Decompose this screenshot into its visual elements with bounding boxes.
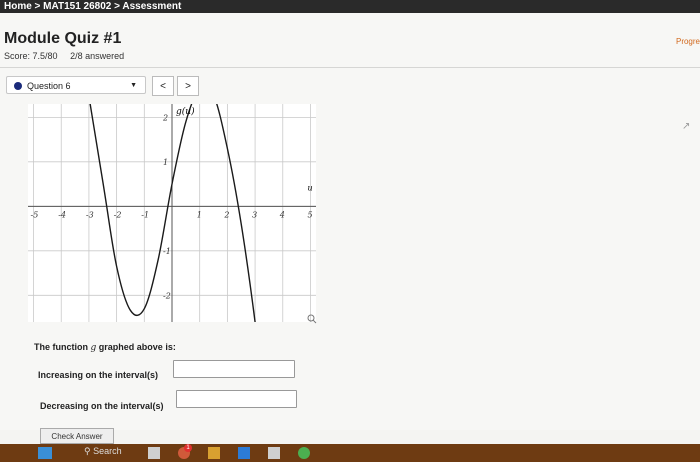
question-status-dot-icon bbox=[14, 82, 22, 90]
y-tick-label: -1 bbox=[163, 247, 171, 256]
function-label: g(u) bbox=[176, 106, 195, 117]
prompt-suffix: graphed above is: bbox=[98, 342, 176, 352]
decreasing-input[interactable] bbox=[176, 390, 297, 408]
function-graph: -5 -4 -3 -2 -1 1 2 3 4 5 2 1 -1 -2 g(u) u bbox=[28, 104, 317, 324]
next-question-button[interactable]: > bbox=[177, 76, 199, 96]
question-prompt: The function g graphed above is: bbox=[34, 342, 176, 353]
prompt-variable: g bbox=[90, 343, 97, 353]
x-tick-label: 1 bbox=[197, 210, 202, 219]
y-tick-label: -2 bbox=[163, 291, 171, 300]
x-tick-label: -2 bbox=[114, 210, 122, 219]
x-tick-label: 5 bbox=[307, 210, 312, 219]
progress-link[interactable]: Progre bbox=[676, 37, 700, 46]
question-select[interactable]: Question 6 ▼ bbox=[6, 76, 146, 94]
check-answer-button[interactable]: Check Answer bbox=[40, 428, 114, 444]
file-explorer-icon[interactable] bbox=[208, 447, 220, 459]
question-select-value: Question 6 bbox=[27, 81, 71, 91]
breadcrumb[interactable]: Home > MAT151 26802 > Assessment bbox=[0, 0, 700, 13]
store-icon[interactable] bbox=[268, 447, 280, 459]
x-tick-label: -1 bbox=[141, 210, 149, 219]
x-tick-label: -3 bbox=[86, 210, 94, 219]
task-view-icon[interactable] bbox=[148, 447, 160, 459]
y-tick-label: 1 bbox=[163, 158, 168, 167]
axis-variable-label: u bbox=[307, 183, 312, 192]
page-title: Module Quiz #1 bbox=[4, 30, 122, 47]
score-line: Score: 7.5/80 2/8 answered bbox=[4, 51, 124, 61]
chrome-browser-icon[interactable] bbox=[298, 447, 310, 459]
x-tick-label: 2 bbox=[223, 210, 229, 219]
increasing-label: Increasing on the interval(s) bbox=[38, 370, 159, 380]
taskbar: ⚲ Search 1 bbox=[0, 444, 700, 462]
notification-badge: 1 bbox=[184, 444, 192, 452]
decreasing-label: Decreasing on the interval(s) bbox=[40, 401, 164, 411]
y-tick-label: 2 bbox=[162, 113, 168, 122]
x-tick-label: -5 bbox=[31, 210, 39, 219]
taskbar-search-label: Search bbox=[93, 446, 122, 456]
score-text: Score: 7.5/80 bbox=[4, 51, 58, 61]
x-tick-label: 3 bbox=[252, 210, 257, 219]
answered-count: 2/8 answered bbox=[70, 51, 125, 61]
header-divider bbox=[0, 67, 700, 68]
prompt-prefix: The function bbox=[34, 342, 88, 352]
x-tick-label: 4 bbox=[279, 210, 285, 219]
x-tick-label: -4 bbox=[58, 210, 66, 219]
increasing-input[interactable] bbox=[173, 360, 295, 378]
chevron-down-icon: ▼ bbox=[130, 82, 137, 89]
mouse-cursor-icon: ↗ bbox=[682, 121, 691, 132]
prev-question-button[interactable]: < bbox=[152, 76, 174, 96]
edge-browser-icon[interactable] bbox=[238, 447, 250, 459]
windows-start-icon[interactable] bbox=[38, 447, 52, 459]
taskbar-search[interactable]: ⚲ Search bbox=[84, 446, 122, 457]
